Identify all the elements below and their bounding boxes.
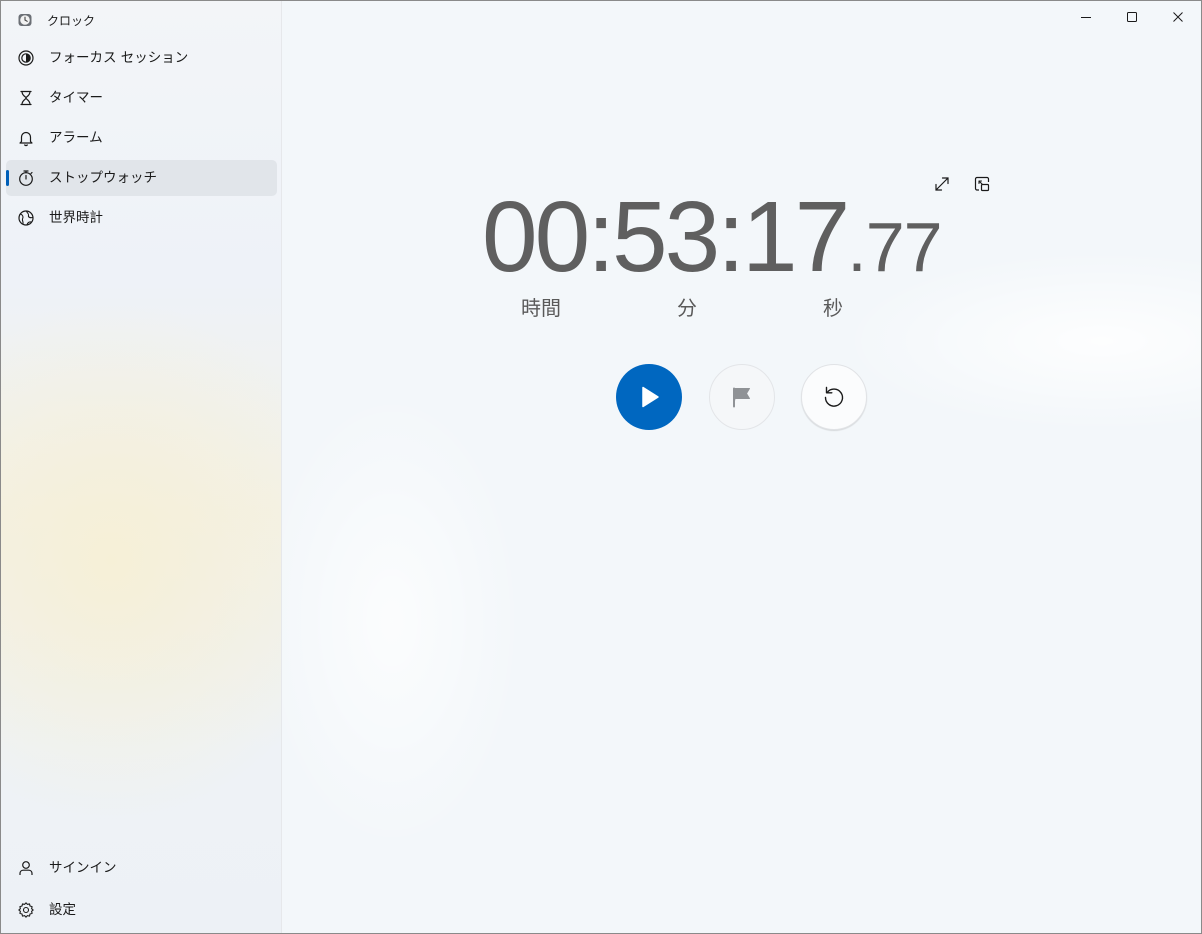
bell-icon (17, 129, 35, 147)
sidebar-item-alarm[interactable]: アラーム (6, 120, 277, 156)
stopwatch-icon (17, 169, 35, 187)
sidebar-item-timer[interactable]: タイマー (6, 80, 277, 116)
clock-app-icon (17, 12, 33, 28)
minimize-icon (1081, 17, 1091, 18)
picture-in-picture-icon (974, 176, 990, 192)
sidebar-item-label: アラーム (49, 130, 103, 146)
sidebar-item-label: タイマー (49, 90, 103, 106)
flag-icon (733, 387, 750, 408)
elapsed-time: 00:53:17.77 (482, 179, 943, 295)
window-controls (1063, 1, 1201, 33)
lap-button[interactable] (709, 364, 775, 430)
hourglass-icon (17, 89, 35, 107)
sidebar-item-label: ストップウォッチ (49, 170, 157, 186)
start-button[interactable] (616, 364, 682, 430)
gear-icon (17, 901, 35, 919)
sidebar-item-settings[interactable]: 設定 (6, 892, 277, 928)
globe-icon (17, 209, 35, 227)
minimize-button[interactable] (1063, 1, 1109, 33)
focus-icon (17, 49, 35, 67)
stopwatch-page: 00:53:17.77 時間 分 秒 (282, 1, 1201, 933)
close-icon (1173, 12, 1183, 22)
maximize-button[interactable] (1109, 1, 1155, 33)
sidebar-item-label: 設定 (49, 902, 76, 918)
keep-on-top-button[interactable] (968, 170, 996, 198)
selection-indicator (6, 170, 9, 186)
reset-icon (824, 386, 844, 407)
minutes-label: 分 (677, 296, 697, 320)
sidebar-item-label: フォーカス セッション (49, 50, 189, 66)
time-hms: 00:53:17 (482, 181, 850, 293)
sidebar-item-label: 世界時計 (49, 210, 103, 226)
sidebar-item-focus-session[interactable]: フォーカス セッション (6, 40, 277, 76)
title-bar: クロック (17, 10, 95, 30)
clock-window: クロック フォーカス セッション タイマー アラーム ストップウォッチ 世界時計… (0, 0, 1202, 934)
app-title: クロック (47, 13, 96, 28)
sidebar: クロック フォーカス セッション タイマー アラーム ストップウォッチ 世界時計… (1, 1, 282, 933)
hours-label: 時間 (521, 296, 561, 320)
maximize-icon (1127, 12, 1137, 22)
time-hundredths: .77 (847, 208, 942, 286)
sidebar-item-label: サインイン (49, 860, 117, 876)
sidebar-item-stopwatch[interactable]: ストップウォッチ (6, 160, 277, 196)
person-icon (17, 859, 35, 877)
reset-button[interactable] (801, 364, 867, 430)
close-button[interactable] (1155, 1, 1201, 33)
sidebar-item-sign-in[interactable]: サインイン (6, 850, 277, 886)
play-icon (642, 386, 659, 408)
seconds-label: 秒 (823, 296, 843, 320)
sidebar-item-world-clock[interactable]: 世界時計 (6, 200, 277, 236)
